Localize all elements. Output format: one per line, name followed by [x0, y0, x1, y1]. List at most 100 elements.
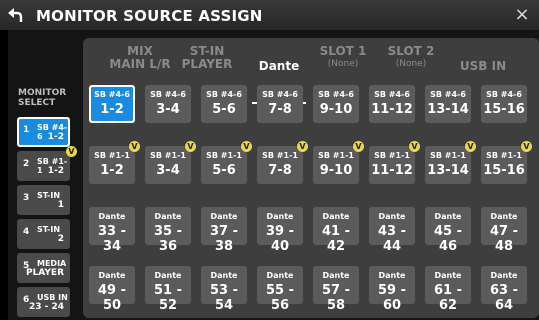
source-button[interactable]: Dante 43 - 44	[369, 207, 415, 254]
source-button-channels: 15-16	[483, 102, 525, 117]
source-button-label: SB #1-1	[94, 151, 130, 160]
monitor-select-number: 2	[23, 159, 30, 169]
source-button[interactable]: Dante 61 - 62	[425, 266, 471, 313]
source-button[interactable]: Dante 33 - 34	[89, 207, 135, 254]
source-button[interactable]: SB #1-1 9-10	[313, 146, 359, 184]
source-button-label: Dante	[378, 212, 406, 221]
source-button[interactable]: SB #1-1 7-8	[257, 146, 303, 184]
monitor-select-title: MONITOR SELECT	[18, 88, 78, 108]
source-button-channels: 5-6	[212, 163, 236, 178]
source-button[interactable]: Dante 63 - 64	[481, 266, 527, 313]
monitor-select-number: 1	[23, 125, 30, 135]
source-button[interactable]: Dante 55 - 56	[257, 266, 303, 313]
source-button[interactable]: SB #4-6 9-10	[313, 85, 359, 123]
source-button[interactable]: Dante 37 - 38	[201, 207, 247, 254]
source-button-channels: 63 - 64	[489, 283, 518, 313]
source-button-channels: 3-4	[156, 163, 180, 178]
tab-sublabel: (None)	[327, 59, 359, 69]
source-button-label: Dante	[490, 271, 518, 280]
title-bar: MONITOR SOURCE ASSIGN ×	[0, 0, 539, 30]
source-button[interactable]: SB #4-6 5-6	[201, 85, 247, 123]
monitor-select-3[interactable]: 3 ST-IN 1	[17, 185, 70, 215]
source-button[interactable]: Dante 51 - 52	[145, 266, 191, 313]
source-button-channels: 53 - 54	[209, 283, 238, 313]
monitor-select-4[interactable]: 4 ST-IN 2	[17, 219, 70, 249]
source-button[interactable]: SB #4-6 13-14	[425, 85, 471, 123]
tab-usb-in[interactable]: USB IN	[455, 60, 511, 73]
source-button[interactable]: Dante 49 - 50	[89, 266, 135, 313]
source-button-label: Dante	[210, 271, 238, 280]
source-button-label: SB #4-6	[94, 90, 130, 99]
source-button[interactable]: Dante 35 - 36	[145, 207, 191, 254]
tab-label: Dante	[258, 59, 300, 73]
v-badge: V	[297, 141, 308, 152]
source-button-channels: 3-4	[156, 102, 180, 117]
monitor-select-value: PLAYER	[25, 268, 64, 278]
monitor-select-value: 2	[57, 234, 64, 244]
back-button[interactable]	[0, 0, 28, 30]
monitor-select-5[interactable]: 5 MEDIA PLAYER	[17, 253, 70, 283]
monitor-select-number: 4	[23, 227, 30, 237]
source-button-label: SB #1-1	[150, 151, 186, 160]
source-button[interactable]: Dante 57 - 58	[313, 266, 359, 313]
monitor-select-label: MEDIA	[37, 259, 67, 268]
source-button-channels: 47 - 48	[489, 224, 518, 254]
tab-mix-main[interactable]: MIX MAIN L/R	[104, 45, 176, 71]
tab-dante[interactable]: Dante	[252, 60, 306, 73]
tab-sublabel: (None)	[395, 59, 427, 69]
source-button[interactable]: Dante 53 - 54	[201, 266, 247, 313]
monitor-select-value: 23 - 24	[28, 302, 64, 312]
source-button[interactable]: SB #1-1 15-16	[481, 146, 527, 184]
source-button-label: Dante	[154, 271, 182, 280]
source-button[interactable]: Dante 39 - 40	[257, 207, 303, 254]
source-button-channels: 45 - 46	[433, 224, 462, 254]
source-button-label: SB #4-6	[150, 90, 186, 99]
source-button[interactable]: SB #4-6 7-8	[257, 85, 303, 123]
tab-label: SLOT 2	[387, 44, 435, 58]
source-button[interactable]: SB #4-6 15-16	[481, 85, 527, 123]
source-button-label: Dante	[434, 212, 462, 221]
source-button[interactable]: SB #4-6 11-12	[369, 85, 415, 123]
monitor-select-number: 3	[23, 193, 30, 203]
source-button[interactable]: Dante 59 - 60	[369, 266, 415, 313]
monitor-select-label: USB IN	[37, 293, 68, 302]
source-button-label: Dante	[266, 271, 294, 280]
source-button-channels: 39 - 40	[265, 224, 294, 254]
monitor-select-1[interactable]: 1 SB #4-6 1-2	[17, 117, 70, 147]
source-button-channels: 11-12	[371, 163, 413, 178]
source-button-channels: 1-2	[100, 102, 124, 117]
source-button[interactable]: SB #4-6 1-2	[89, 85, 135, 123]
source-button[interactable]: SB #1-1 1-2	[89, 146, 135, 184]
source-button[interactable]: SB #4-6 3-4	[145, 85, 191, 123]
source-button-channels: 49 - 50	[97, 283, 126, 313]
source-button[interactable]: SB #1-1 3-4	[145, 146, 191, 184]
source-button-channels: 9-10	[319, 102, 353, 117]
source-button-channels: 7-8	[268, 163, 292, 178]
source-button-channels: 5-6	[212, 102, 236, 117]
close-button[interactable]: ×	[513, 4, 531, 25]
tab-slot-1[interactable]: SLOT 1 (None)	[313, 45, 373, 71]
source-button[interactable]: SB #1-1 11-12	[369, 146, 415, 184]
source-button[interactable]: Dante 45 - 46	[425, 207, 471, 254]
source-button-channels: 13-14	[427, 163, 469, 178]
source-button-label: SB #1-1	[262, 151, 298, 160]
tab-label: PLAYER	[181, 57, 233, 71]
tab-st-in-player[interactable]: ST-IN PLAYER	[176, 45, 238, 71]
source-button-channels: 33 - 34	[97, 224, 126, 254]
v-badge: V	[465, 141, 476, 152]
source-button[interactable]: SB #1-1 5-6	[201, 146, 247, 184]
monitor-select-title-line: MONITOR	[18, 88, 67, 98]
source-button[interactable]: Dante 41 - 42	[313, 207, 359, 254]
page-title: MONITOR SOURCE ASSIGN	[36, 7, 263, 25]
source-button-label: Dante	[322, 271, 350, 280]
monitor-select-value: 1-2	[47, 166, 64, 176]
source-button[interactable]: Dante 47 - 48	[481, 207, 527, 254]
monitor-select-6[interactable]: 6 USB IN 23 - 24	[17, 287, 70, 317]
v-badge: V	[521, 141, 532, 152]
tab-slot-2[interactable]: SLOT 2 (None)	[381, 45, 441, 71]
source-button-label: Dante	[378, 271, 406, 280]
source-button-channels: 41 - 42	[321, 224, 350, 254]
monitor-select-2[interactable]: 2 SB #1-1 1-2	[17, 151, 70, 181]
source-button[interactable]: SB #1-1 13-14	[425, 146, 471, 184]
source-button-label: SB #4-6	[206, 90, 242, 99]
